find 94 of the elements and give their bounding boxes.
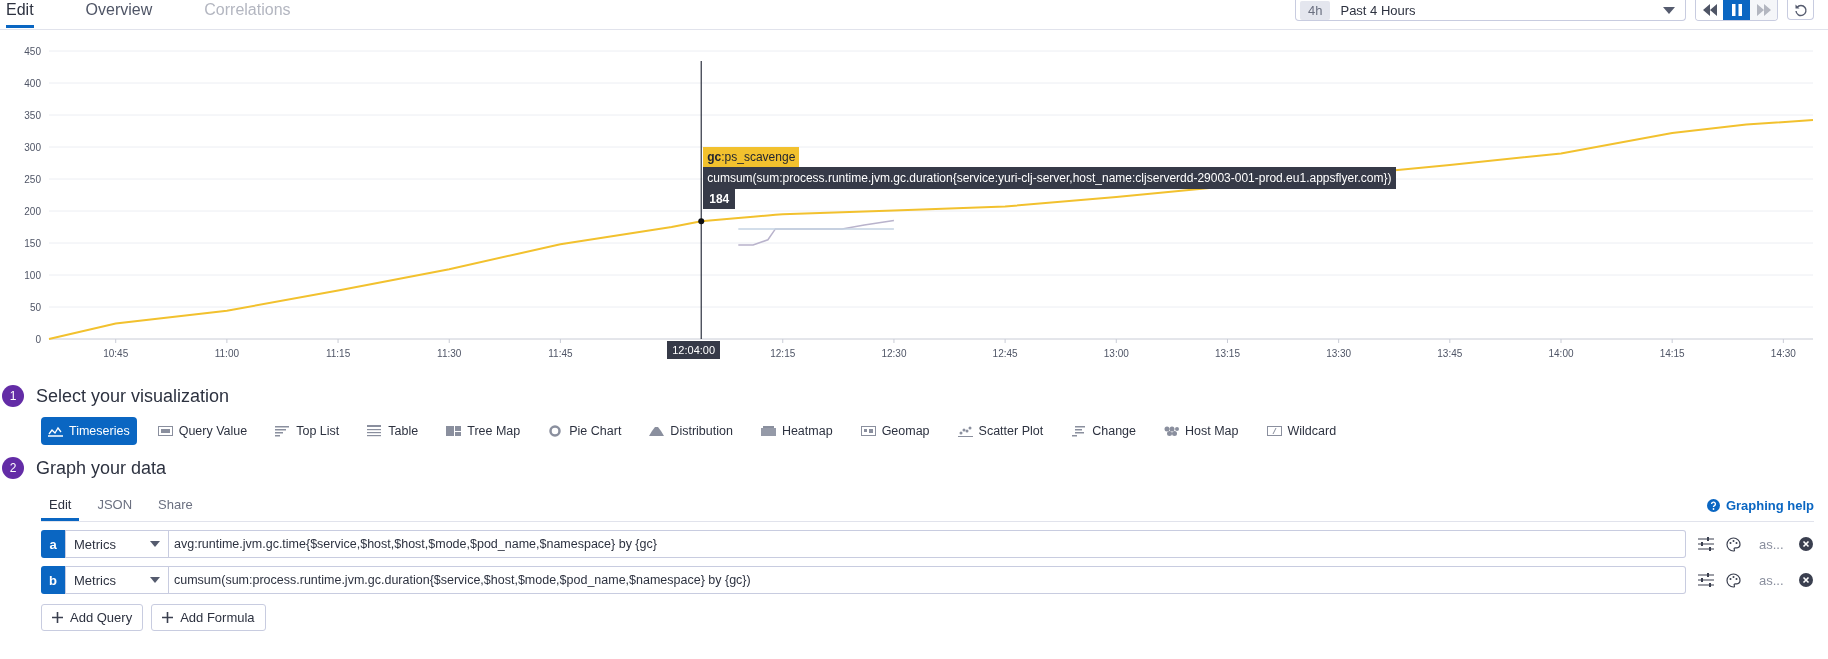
time-range-dropdown[interactable]: 4h Past 4 Hours bbox=[1295, 0, 1686, 21]
y-tick-label: 200 bbox=[24, 206, 41, 217]
visualization-option[interactable]: Scatter Plot bbox=[950, 417, 1051, 445]
settings-icon[interactable] bbox=[1698, 537, 1714, 551]
panel-icon bbox=[860, 425, 876, 437]
step-number: 1 bbox=[2, 385, 24, 407]
graphing-help-link[interactable]: Graphing help bbox=[1706, 498, 1814, 521]
close-icon[interactable] bbox=[1799, 537, 1813, 551]
visualization-option[interactable]: Timeseries bbox=[41, 417, 137, 445]
visualization-option[interactable]: Tree Map bbox=[439, 417, 528, 445]
y-tick-label: 50 bbox=[29, 302, 41, 313]
list-icon bbox=[367, 425, 383, 437]
reset-icon bbox=[1793, 2, 1808, 17]
editor-tab[interactable]: JSON bbox=[89, 497, 141, 521]
range-label: Past 4 Hours bbox=[1340, 2, 1417, 18]
editor-tab[interactable]: Edit bbox=[41, 497, 80, 521]
pause-icon bbox=[1731, 4, 1742, 16]
step-number: 2 bbox=[2, 457, 24, 479]
source-dropdown[interactable]: Metrics bbox=[65, 566, 169, 594]
panel-icon bbox=[446, 425, 462, 437]
y-tick-label: 300 bbox=[24, 142, 41, 153]
visualization-option[interactable]: Heatmap bbox=[753, 417, 840, 445]
x-tick-label: 12:15 bbox=[770, 348, 796, 359]
x-tick-label: 11:15 bbox=[325, 348, 351, 359]
help-icon bbox=[1706, 499, 1720, 512]
list-icon bbox=[1071, 425, 1087, 437]
query-input[interactable]: cumsum(sum:process.runtime.jvm.gc.duration{$service,$host,$mode,$pod_name,$namespace} by {gc}) bbox=[169, 566, 1686, 594]
add-button[interactable]: Add Query bbox=[41, 604, 144, 631]
x-tick-label: 14:30 bbox=[1770, 348, 1796, 359]
x-tick-label: 11:45 bbox=[548, 348, 573, 359]
caret-icon bbox=[150, 541, 160, 547]
x-tick-label: 13:00 bbox=[1103, 348, 1129, 359]
y-tick-label: 400 bbox=[24, 78, 41, 89]
tab[interactable]: Overview bbox=[85, 0, 153, 28]
query-letter: b bbox=[41, 566, 65, 594]
visualization-option[interactable]: Top List bbox=[268, 417, 347, 445]
panel-icon bbox=[157, 425, 173, 437]
rewind-icon bbox=[1702, 4, 1717, 16]
crosshair-time-label: 12:04:00 bbox=[667, 341, 721, 359]
x-tick-label: 13:15 bbox=[1214, 348, 1240, 359]
step-title: Select your visualization bbox=[36, 385, 230, 407]
y-tick-label: 450 bbox=[24, 46, 41, 57]
source-dropdown[interactable]: Metrics bbox=[65, 530, 169, 558]
range-badge: 4h bbox=[1300, 0, 1331, 20]
add-button[interactable]: Add Formula bbox=[151, 604, 266, 631]
visualization-option[interactable]: Change bbox=[1064, 417, 1143, 445]
histogram-icon bbox=[649, 425, 665, 437]
settings-icon[interactable] bbox=[1698, 573, 1714, 587]
visualization-option[interactable]: Table bbox=[360, 417, 426, 445]
step-title: Graph your data bbox=[36, 457, 167, 479]
y-tick-label: 150 bbox=[24, 238, 41, 249]
tooltip-query: cumsum(sum:process.runtime.jvm.gc.duration{service:yuri-clj-server,host_name:cljserverdd-29003-001-prod.eu1.appsflyer.com}) bbox=[703, 167, 1396, 189]
panel-icon bbox=[1266, 425, 1282, 437]
pause-button[interactable] bbox=[1723, 0, 1750, 20]
x-tick-label: 11:00 bbox=[214, 348, 240, 359]
visualization-option[interactable]: Query Value bbox=[150, 417, 255, 445]
x-tick-label: 12:45 bbox=[992, 348, 1018, 359]
x-tick-label: 13:45 bbox=[1437, 348, 1463, 359]
palette-icon[interactable] bbox=[1726, 536, 1741, 552]
reset-button[interactable] bbox=[1787, 0, 1814, 20]
editor-tab[interactable]: Share bbox=[150, 497, 201, 521]
forward-icon bbox=[1756, 4, 1771, 16]
y-tick-label: 350 bbox=[24, 110, 41, 121]
tooltip-value: 184 bbox=[703, 189, 736, 209]
panel-icon bbox=[760, 425, 776, 437]
plus-icon bbox=[162, 612, 174, 623]
palette-icon[interactable] bbox=[1726, 572, 1741, 588]
visualization-option[interactable]: Host Map bbox=[1157, 417, 1246, 445]
x-tick-label: 10:45 bbox=[103, 348, 129, 359]
hover-point bbox=[698, 218, 705, 225]
tab[interactable]: Edit bbox=[6, 0, 34, 28]
donut-icon bbox=[548, 425, 564, 437]
caret-icon bbox=[1663, 6, 1675, 14]
plus-icon bbox=[52, 612, 63, 623]
query-input[interactable]: avg:runtime.jvm.gc.time{$service,$host,$host,$mode,$pod_name,$namespace} by {gc} bbox=[169, 530, 1686, 558]
y-tick-label: 250 bbox=[24, 174, 41, 185]
x-tick-label: 14:00 bbox=[1548, 348, 1574, 359]
query-letter: a bbox=[41, 530, 65, 558]
close-icon[interactable] bbox=[1799, 573, 1813, 587]
scatter-icon bbox=[957, 425, 973, 437]
y-tick-label: 100 bbox=[24, 270, 41, 281]
tooltip-series-tag: gc:ps_scavenge bbox=[703, 147, 800, 167]
x-tick-label: 13:30 bbox=[1326, 348, 1352, 359]
visualization-option[interactable]: Geomap bbox=[853, 417, 937, 445]
visualization-option[interactable]: Wildcard bbox=[1259, 417, 1344, 445]
y-tick-label: 0 bbox=[35, 334, 41, 345]
line-chart-icon bbox=[48, 425, 63, 437]
x-tick-label: 12:30 bbox=[881, 348, 907, 359]
x-tick-label: 11:30 bbox=[437, 348, 462, 359]
visualization-option[interactable]: Pie Chart bbox=[541, 417, 629, 445]
list-icon bbox=[275, 425, 291, 437]
visualization-option[interactable]: Distribution bbox=[642, 417, 740, 445]
caret-icon bbox=[150, 577, 160, 583]
x-tick-label: 14:15 bbox=[1659, 348, 1685, 359]
